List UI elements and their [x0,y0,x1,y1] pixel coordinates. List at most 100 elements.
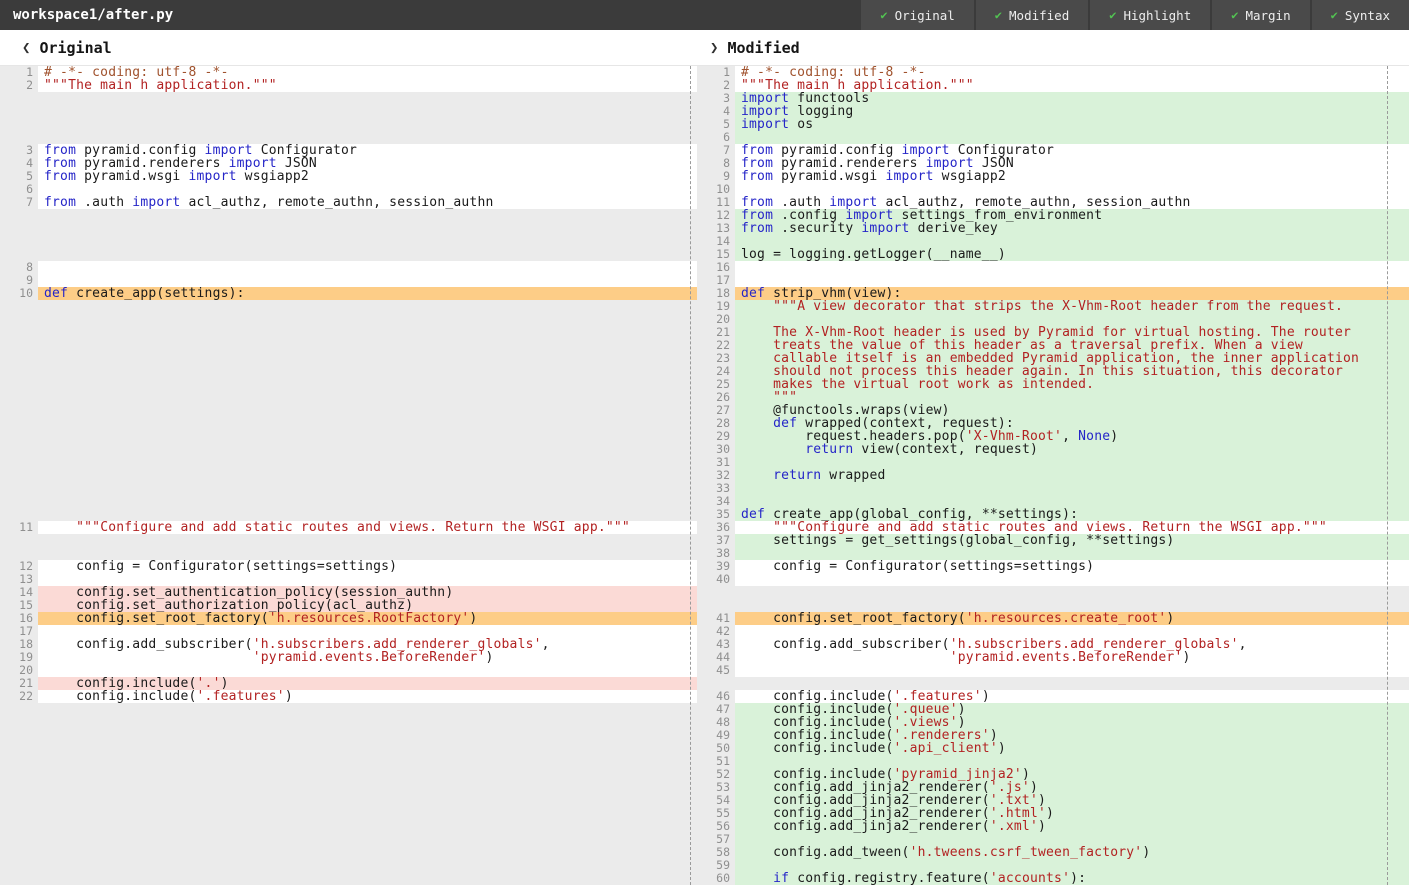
code-line [0,703,697,716]
title-bar: workspace1/after.py ✔Original✔Modified✔H… [0,0,1409,30]
code-line: 44 'pyramid.events.BeforeRender') [697,651,1409,664]
line-number [0,313,38,326]
button-label: Original [895,8,955,23]
line-number [0,833,38,846]
code-text [38,872,697,885]
code-line: 13from .security import derive_key [697,222,1409,235]
line-number [0,768,38,781]
line-number [0,235,38,248]
code-line: 45 [697,664,1409,677]
original-code[interactable]: 1# -*- coding: utf-8 -*-2"""The main h a… [0,66,697,885]
line-number [0,794,38,807]
toggle-margin-button[interactable]: ✔Margin [1212,0,1309,30]
code-line [0,300,697,313]
toggle-syntax-button[interactable]: ✔Syntax [1312,0,1409,30]
code-line: 50 config.include('.api_client') [697,742,1409,755]
line-number [0,430,38,443]
code-text [38,300,697,313]
modified-pane: ❯ Modified 1# -*- coding: utf-8 -*-2"""T… [697,30,1409,886]
code-line [0,443,697,456]
code-text [38,378,697,391]
code-text: from pyramid.wsgi import wsgiapp2 [38,170,697,183]
code-line: 10def create_app(settings): [0,287,697,300]
line-number [0,755,38,768]
code-line: 16 config.set_root_factory('h.resources.… [0,612,697,625]
code-text: config.add_tween('h.tweens.csrf_tween_fa… [735,846,1409,859]
line-number [0,469,38,482]
line-number [0,781,38,794]
code-line: 58 config.add_tween('h.tweens.csrf_tween… [697,846,1409,859]
code-text: """Configure and add static routes and v… [38,521,697,534]
code-line [0,495,697,508]
code-text [38,534,697,547]
line-number [0,495,38,508]
code-line: 33 [697,482,1409,495]
line-number [0,339,38,352]
code-text [38,794,697,807]
code-line [0,872,697,885]
code-line: 37 settings = get_settings(global_config… [697,534,1409,547]
code-text [38,456,697,469]
code-text: import logging [735,105,1409,118]
code-text [38,391,697,404]
check-icon: ✔ [1331,8,1338,22]
code-line [0,404,697,417]
code-text [38,495,697,508]
code-text [38,807,697,820]
code-line: 22 config.include('.features') [0,690,697,703]
line-number: 10 [0,287,38,300]
code-line [0,391,697,404]
code-text [735,586,1409,599]
code-text [38,833,697,846]
code-line [0,430,697,443]
code-line [0,365,697,378]
code-line: 30 return view(context, request) [697,443,1409,456]
code-text [38,482,697,495]
code-line [0,235,697,248]
code-text: if config.registry.feature('accounts'): [735,872,1409,885]
code-line [0,118,697,131]
code-line [0,222,697,235]
line-number [0,456,38,469]
line-number [0,365,38,378]
code-line [0,248,697,261]
code-text: """A view decorator that strips the X-Vh… [735,300,1409,313]
code-text [38,92,697,105]
code-line [0,209,697,222]
code-line: 25 makes the virtual root work as intend… [697,378,1409,391]
code-text: def create_app(settings): [38,287,697,300]
code-line [0,326,697,339]
code-line [0,807,697,820]
app-window: workspace1/after.py ✔Original✔Modified✔H… [0,0,1409,886]
check-icon: ✔ [995,8,1002,22]
code-line [0,794,697,807]
code-line: 2"""The main h application.""" [0,79,697,92]
code-text [38,703,697,716]
code-line: 39 config = Configurator(settings=settin… [697,560,1409,573]
code-line [0,742,697,755]
button-label: Margin [1245,8,1290,23]
toggle-modified-button[interactable]: ✔Modified [976,0,1088,30]
chevron-left-icon: ❮ [22,40,30,56]
code-line [0,456,697,469]
line-number [0,703,38,716]
code-text [38,105,697,118]
code-text [38,781,697,794]
code-text [38,820,697,833]
modified-code[interactable]: 1# -*- coding: utf-8 -*-2"""The main h a… [697,66,1409,885]
code-line [0,846,697,859]
diff-view: ❮ Original 1# -*- coding: utf-8 -*-2"""T… [0,30,1409,886]
toggle-original-button[interactable]: ✔Original [861,0,973,30]
toggle-highlight-button[interactable]: ✔Highlight [1090,0,1210,30]
original-pane-header: ❮ Original [0,30,697,66]
line-number: 45 [697,664,735,677]
code-line [0,105,697,118]
code-text [38,326,697,339]
code-text [38,417,697,430]
code-text: from .auth import acl_authz, remote_auth… [38,196,697,209]
code-line: 8 [0,261,697,274]
line-number: 40 [697,573,735,586]
line-number: 2 [0,79,38,92]
button-label: Highlight [1123,8,1191,23]
code-text: """The main h application.""" [38,79,697,92]
